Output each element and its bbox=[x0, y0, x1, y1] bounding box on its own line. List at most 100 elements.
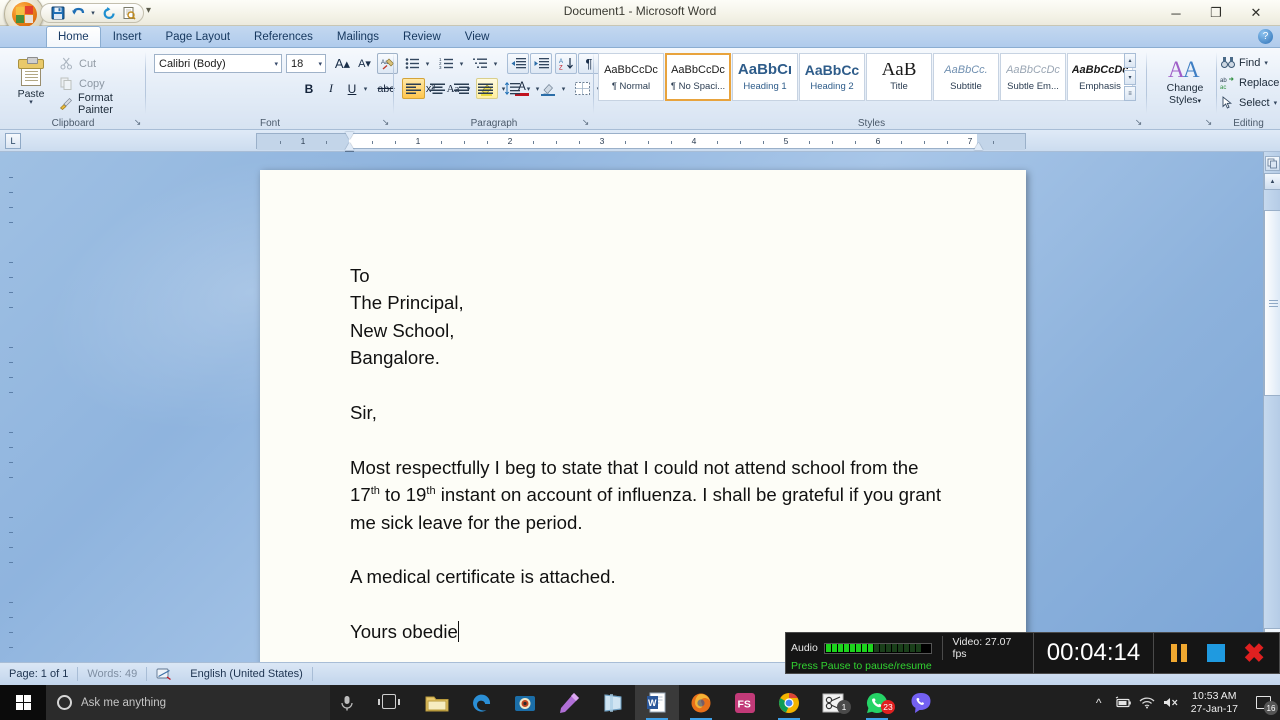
font-dialog-launcher[interactable]: ↘ bbox=[380, 117, 391, 128]
tab-review[interactable]: Review bbox=[391, 26, 453, 47]
word-count-status[interactable]: Words: 49 bbox=[78, 663, 146, 686]
change-styles-dialog-launcher[interactable]: ↘ bbox=[1203, 117, 1214, 128]
taskbar-viber[interactable] bbox=[899, 685, 943, 720]
grow-font-button[interactable]: A▴ bbox=[332, 53, 353, 74]
restore-button[interactable]: ❐ bbox=[1196, 1, 1236, 25]
numbering-dropdown[interactable]: ▾ bbox=[456, 53, 467, 74]
wifi-icon[interactable] bbox=[1135, 685, 1159, 720]
document-body[interactable]: To The Principal, New School, Bangalore.… bbox=[350, 262, 950, 646]
shading-button[interactable] bbox=[537, 78, 558, 99]
scroll-up-button[interactable]: ▲ bbox=[1264, 173, 1280, 190]
justify-button[interactable] bbox=[474, 78, 497, 99]
font-name-dropdown-icon[interactable]: ▾ bbox=[274, 60, 278, 68]
taskbar-pen-tool[interactable] bbox=[547, 685, 591, 720]
search-input[interactable]: Ask me anything bbox=[46, 685, 330, 720]
horizontal-ruler[interactable]: 1 1 2 3 4 5 6 7 bbox=[256, 132, 1026, 157]
style-subtle-emphasis[interactable]: AaBbCcDc Subtle Em... bbox=[1000, 53, 1066, 101]
hanging-indent-marker[interactable] bbox=[345, 143, 354, 150]
taskbar-whatsapp[interactable]: 23 bbox=[855, 685, 899, 720]
close-recorder-button[interactable]: ✖ bbox=[1241, 640, 1267, 666]
shrink-font-button[interactable]: A▾ bbox=[354, 53, 375, 74]
tab-insert[interactable]: Insert bbox=[101, 26, 154, 47]
font-name-input[interactable]: Calibri (Body) ▾ bbox=[154, 54, 282, 73]
show-hidden-icons-icon[interactable]: ^ bbox=[1087, 685, 1111, 720]
right-indent-marker[interactable] bbox=[974, 143, 983, 150]
microphone-icon[interactable] bbox=[338, 694, 356, 712]
multilevel-list-button[interactable] bbox=[470, 53, 490, 74]
scrollbar-thumb[interactable] bbox=[1264, 210, 1280, 396]
styles-scroll-down-button[interactable]: ▾ bbox=[1124, 69, 1136, 85]
paragraph-dialog-launcher[interactable]: ↘ bbox=[580, 117, 591, 128]
underline-dropdown[interactable]: ▾ bbox=[360, 78, 371, 99]
numbering-button[interactable]: 1 2 3 bbox=[436, 53, 456, 74]
find-dropdown-icon[interactable]: ▾ bbox=[1264, 59, 1268, 67]
tab-mailings[interactable]: Mailings bbox=[325, 26, 391, 47]
action-center-button[interactable]: 16 bbox=[1246, 685, 1280, 720]
style-normal[interactable]: AaBbCcDc ¶ Normal bbox=[598, 53, 664, 101]
taskbar-screen-recorder[interactable]: 1 bbox=[811, 685, 855, 720]
bullets-button[interactable] bbox=[402, 53, 422, 74]
multilevel-list-dropdown[interactable]: ▾ bbox=[490, 53, 501, 74]
find-button[interactable]: Find ▾ bbox=[1219, 53, 1272, 72]
minimize-button[interactable]: ─ bbox=[1156, 1, 1196, 25]
change-styles-button[interactable]: A A Change Styles▾ bbox=[1159, 52, 1211, 112]
taskbar-microsoft-edge[interactable] bbox=[459, 685, 503, 720]
document-page[interactable]: To The Principal, New School, Bangalore.… bbox=[260, 170, 1026, 690]
vertical-scrollbar[interactable]: ▲ ▼ ● bbox=[1263, 152, 1280, 662]
clock[interactable]: 10:53 AM 27-Jan-17 bbox=[1183, 685, 1246, 720]
taskbar-microsoft-word[interactable]: W bbox=[635, 685, 679, 720]
styles-scroll-up-button[interactable]: ▴ bbox=[1124, 53, 1136, 68]
volume-muted-icon[interactable] bbox=[1159, 685, 1183, 720]
stop-button[interactable] bbox=[1203, 640, 1229, 666]
font-size-dropdown-icon[interactable]: ▾ bbox=[318, 60, 322, 68]
styles-dialog-launcher[interactable]: ↘ bbox=[1133, 117, 1144, 128]
align-right-button[interactable] bbox=[450, 78, 473, 99]
shading-dropdown[interactable]: ▾ bbox=[558, 78, 569, 99]
replace-button[interactable]: ab ac Replace bbox=[1219, 73, 1280, 92]
taskbar-google-chrome[interactable] bbox=[767, 685, 811, 720]
cut-button[interactable]: Cut bbox=[56, 55, 101, 72]
tab-page-layout[interactable]: Page Layout bbox=[153, 26, 242, 47]
style-no-spacing[interactable]: AaBbCcDc ¶ No Spaci... bbox=[665, 53, 731, 101]
select-browse-object-top-icon[interactable] bbox=[1265, 156, 1280, 171]
style-title[interactable]: AaB Title bbox=[866, 53, 932, 101]
italic-button[interactable]: I bbox=[321, 78, 341, 99]
bold-button[interactable]: B bbox=[299, 78, 319, 99]
paste-button[interactable]: Paste ▾ bbox=[10, 53, 52, 111]
style-heading-1[interactable]: AaBbCı Heading 1 bbox=[732, 53, 798, 101]
align-center-button[interactable] bbox=[426, 78, 449, 99]
first-line-indent-marker[interactable] bbox=[345, 132, 354, 139]
task-view-icon[interactable] bbox=[378, 693, 400, 711]
bullets-dropdown[interactable]: ▾ bbox=[422, 53, 433, 74]
pause-button[interactable] bbox=[1166, 640, 1192, 666]
taskbar-mozilla-firefox[interactable] bbox=[679, 685, 723, 720]
close-button[interactable]: ✕ bbox=[1236, 1, 1276, 25]
select-button[interactable]: Select ▾ bbox=[1219, 93, 1280, 112]
language-status[interactable]: English (United States) bbox=[181, 663, 312, 686]
line-spacing-dropdown[interactable]: ▾ bbox=[523, 78, 534, 99]
tab-stop-selector[interactable]: L bbox=[5, 133, 21, 149]
tab-home[interactable]: Home bbox=[46, 26, 101, 47]
taskbar-file-explorer[interactable] bbox=[415, 685, 459, 720]
tab-references[interactable]: References bbox=[242, 26, 325, 47]
sort-button[interactable]: A Z bbox=[555, 53, 577, 74]
select-dropdown-icon[interactable]: ▾ bbox=[1274, 99, 1278, 107]
decrease-indent-button[interactable] bbox=[507, 53, 529, 74]
underline-button[interactable]: U bbox=[343, 78, 361, 99]
proofing-status[interactable] bbox=[147, 663, 181, 686]
paste-caret-icon[interactable]: ▾ bbox=[29, 99, 33, 106]
start-button[interactable] bbox=[0, 685, 46, 720]
tab-view[interactable]: View bbox=[453, 26, 502, 47]
line-spacing-button[interactable] bbox=[502, 78, 523, 99]
help-icon[interactable]: ? bbox=[1258, 29, 1273, 44]
taskbar-onenote[interactable] bbox=[591, 685, 635, 720]
increase-indent-button[interactable] bbox=[530, 53, 552, 74]
borders-button[interactable] bbox=[572, 78, 593, 99]
battery-icon[interactable] bbox=[1111, 685, 1135, 720]
page-count-status[interactable]: Page: 1 of 1 bbox=[0, 663, 77, 686]
style-heading-2[interactable]: AaBbCc Heading 2 bbox=[799, 53, 865, 101]
screen-recorder-overlay[interactable]: Audio Video: 27.07 fps Press Pause to pa… bbox=[785, 632, 1280, 674]
format-painter-button[interactable]: Format Painter bbox=[56, 92, 146, 116]
align-left-button[interactable] bbox=[402, 78, 425, 99]
copy-button[interactable]: Copy bbox=[56, 75, 110, 92]
